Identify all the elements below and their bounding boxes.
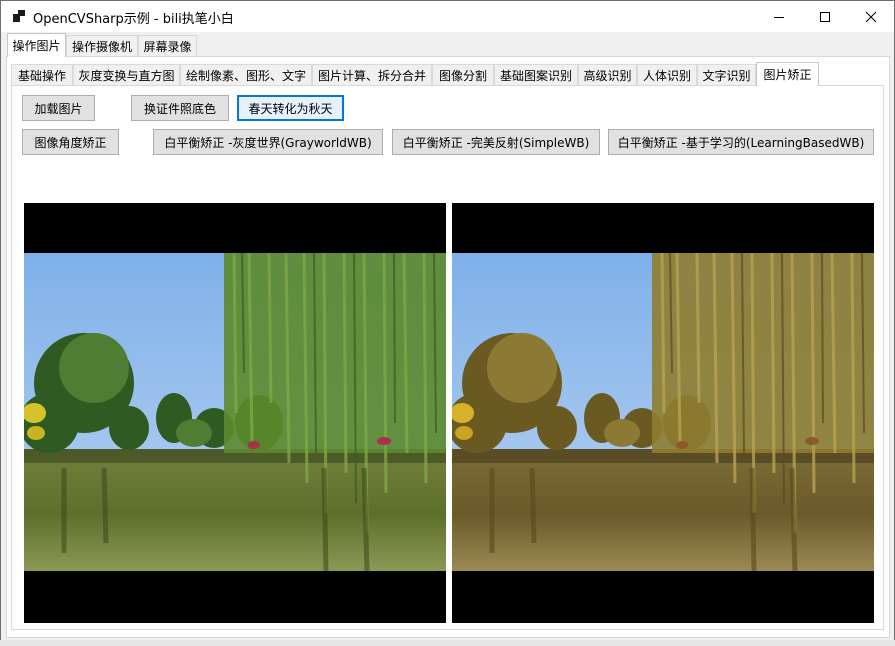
result-image	[452, 253, 874, 571]
tab-text-recognition[interactable]: 文字识别	[697, 64, 756, 85]
wb-grayworld-button[interactable]: 白平衡矫正 -灰度世界(GrayworldWB)	[153, 129, 383, 155]
tab-pattern-recognition[interactable]: 基础图案识别	[494, 64, 578, 85]
angle-correction-button[interactable]: 图像角度矫正	[22, 129, 119, 155]
change-id-bg-button[interactable]: 换证件照底色	[131, 95, 229, 121]
tab-body-recognition[interactable]: 人体识别	[637, 64, 697, 85]
maximize-icon	[819, 11, 831, 23]
tab-draw-pixels[interactable]: 绘制像素、图形、文字	[180, 64, 312, 85]
tab-advanced-recognition[interactable]: 高级识别	[578, 64, 637, 85]
close-button[interactable]	[848, 1, 894, 32]
tab-camera-ops[interactable]: 操作摄像机	[66, 35, 138, 56]
tab-grayscale-histogram[interactable]: 灰度变换与直方图	[73, 64, 180, 85]
spring-to-autumn-button[interactable]: 春天转化为秋天	[237, 95, 344, 121]
source-image	[24, 253, 446, 571]
minimize-icon	[773, 11, 785, 23]
load-image-button[interactable]: 加载图片	[22, 95, 95, 121]
wb-learning-button[interactable]: 白平衡矫正 -基于学习的(LearningBasedWB)	[608, 129, 874, 155]
window-title: OpenCVSharp示例 - bili执笔小白	[33, 12, 234, 27]
wb-simple-button[interactable]: 白平衡矫正 -完美反射(SimpleWB)	[392, 129, 600, 155]
title-bar[interactable]: OpenCVSharp示例 - bili执笔小白	[1, 1, 894, 32]
maximize-button[interactable]	[802, 1, 848, 32]
tab-image-ops[interactable]: 操作图片	[7, 33, 66, 57]
tab-image-correction[interactable]: 图片矫正	[756, 62, 819, 86]
tab-basic-ops[interactable]: 基础操作	[11, 64, 73, 85]
result-image-box	[452, 203, 874, 623]
minimize-button[interactable]	[756, 1, 802, 32]
source-image-box	[24, 203, 446, 623]
background-strip	[0, 640, 895, 646]
close-icon	[865, 11, 877, 23]
app-icon	[13, 10, 25, 22]
tab-segmentation[interactable]: 图像分割	[432, 64, 494, 85]
tab-image-calc[interactable]: 图片计算、拆分合并	[312, 64, 432, 85]
tab-screen-record[interactable]: 屏幕录像	[138, 35, 197, 56]
app-window: OpenCVSharp示例 - bili执笔小白 操作图片 操作摄像机 屏幕录像…	[0, 0, 895, 646]
